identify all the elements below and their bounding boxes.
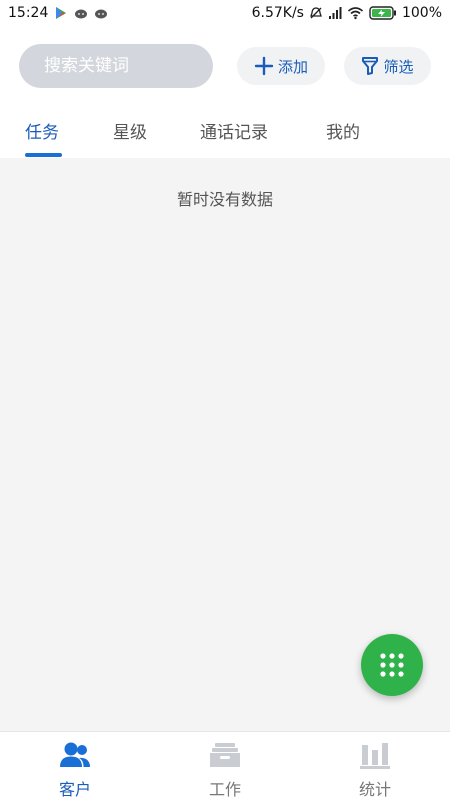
tab-mine[interactable]: 我的 xyxy=(326,118,360,143)
status-right: 6.57K/s 100% xyxy=(252,5,442,21)
fab-menu-button[interactable] xyxy=(361,634,423,696)
bottom-nav: 客户 工作 统计 xyxy=(0,731,450,800)
search-box[interactable] xyxy=(19,44,213,88)
top-bar: 添加 筛选 xyxy=(0,44,450,90)
nav-work[interactable]: 工作 xyxy=(150,732,300,800)
grid-dots-icon xyxy=(380,653,404,677)
filter-button-label: 筛选 xyxy=(383,57,414,76)
battery-percent: 100% xyxy=(401,5,442,21)
add-button-label: 添加 xyxy=(277,57,308,76)
android-icon xyxy=(75,9,88,19)
nav-work-label: 工作 xyxy=(208,780,241,799)
net-speed: 6.57K/s xyxy=(251,5,304,21)
nav-customers[interactable]: 客户 xyxy=(0,732,150,800)
nav-stats-label: 统计 xyxy=(358,780,391,799)
nav-customers-label: 客户 xyxy=(58,780,91,799)
nav-stats[interactable]: 统计 xyxy=(300,732,450,800)
tab-starred[interactable]: 星级 xyxy=(113,118,147,143)
status-left: 15:24 xyxy=(8,5,108,21)
wifi-icon xyxy=(347,7,363,20)
people-icon xyxy=(60,742,90,767)
bar-chart-icon xyxy=(360,743,390,769)
plus-icon xyxy=(254,56,274,76)
filter-button[interactable]: 筛选 xyxy=(344,47,431,85)
status-time: 15:24 xyxy=(8,5,49,21)
mute-alarm-icon xyxy=(310,7,322,19)
add-button[interactable]: 添加 xyxy=(237,47,325,85)
tab-tasks[interactable]: 任务 xyxy=(25,118,59,143)
android-icon-2 xyxy=(95,9,108,19)
inbox-icon xyxy=(210,743,240,767)
signal-icon xyxy=(328,7,342,19)
tab-indicator xyxy=(25,153,62,157)
status-bar: 15:24 6.57K/s 100% xyxy=(0,0,450,26)
search-input[interactable] xyxy=(44,56,204,76)
tab-bar: 任务 星级 通话记录 我的 xyxy=(0,108,450,158)
play-store-icon xyxy=(56,7,67,19)
battery-icon xyxy=(369,6,396,20)
tab-call-records[interactable]: 通话记录 xyxy=(200,118,268,143)
filter-icon xyxy=(362,57,379,75)
empty-state-message: 暂时没有数据 xyxy=(176,190,273,209)
